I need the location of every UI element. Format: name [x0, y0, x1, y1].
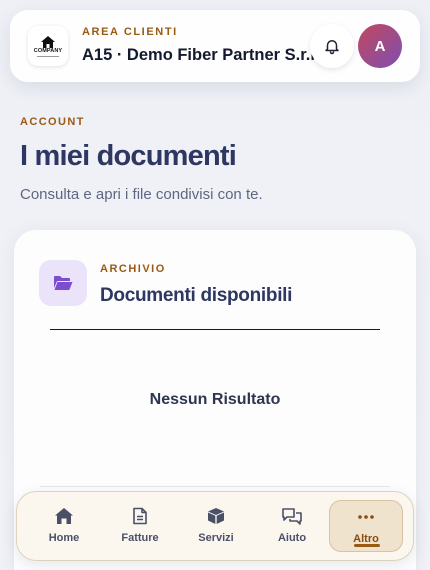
divider [40, 486, 390, 487]
active-indicator [354, 544, 380, 547]
home-icon [55, 508, 73, 524]
user-avatar[interactable]: A [358, 24, 402, 68]
card-title: Documenti disponibili [100, 285, 293, 306]
company-name: A15 · Demo Fiber Partner S.r.l. [82, 46, 320, 64]
nav-label: Servizi [198, 532, 234, 544]
company-logo[interactable]: COMPANY [28, 26, 68, 66]
folder-tile [39, 260, 87, 306]
nav-item-fatture[interactable]: Fatture [103, 500, 177, 552]
chat-icon [282, 508, 302, 525]
nav-item-aiuto[interactable]: Aiuto [255, 500, 329, 552]
box-icon [208, 508, 224, 524]
page-subtitle: Consulta e apri i file condivisi con te. [20, 186, 263, 203]
document-icon [133, 507, 147, 525]
nav-item-home[interactable]: Home [27, 500, 101, 552]
section-label: ACCOUNT [20, 116, 85, 128]
bell-icon [325, 40, 339, 55]
nav-item-servizi[interactable]: Servizi [179, 500, 253, 552]
notifications-button[interactable] [310, 24, 354, 68]
top-header: COMPANY AREA CLIENTI A15 · Demo Fiber Pa… [10, 10, 420, 82]
nav-label: Aiuto [277, 532, 307, 544]
empty-state-message: Nessun Risultato [149, 391, 281, 408]
logo-tagline-line [37, 55, 59, 57]
bottom-nav: Home Fatture Servizi Aiuto Altro [16, 491, 414, 561]
page-title: I miei documenti [20, 140, 237, 172]
nav-item-altro[interactable]: Altro [329, 500, 403, 552]
area-label: AREA CLIENTI [82, 26, 178, 38]
nav-label: Home [48, 532, 80, 544]
folder-open-icon [54, 276, 73, 290]
more-icon [358, 515, 374, 519]
logo-text: COMPANY [33, 47, 63, 54]
divider [50, 329, 380, 330]
company-logo-icon [41, 35, 55, 48]
nav-label: Fatture [121, 532, 159, 544]
card-eyebrow: ARCHIVIO [100, 263, 166, 275]
